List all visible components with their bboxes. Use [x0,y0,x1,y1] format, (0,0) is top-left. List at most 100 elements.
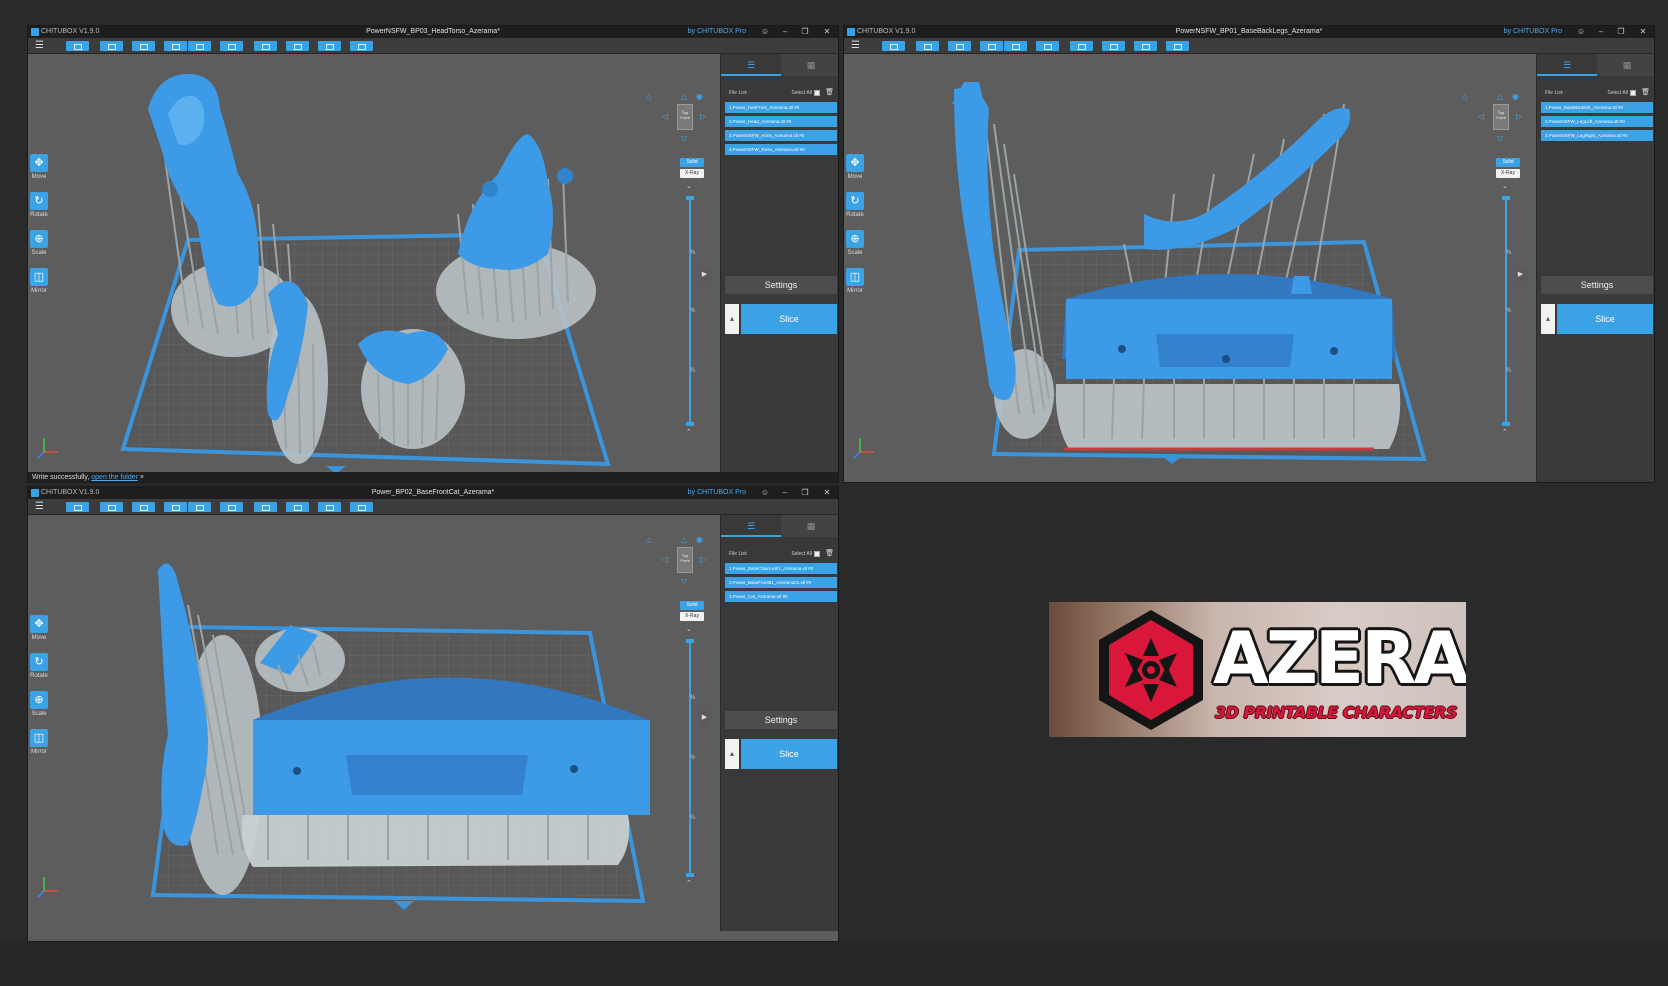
chevron-down-icon[interactable]: ⌄ [686,182,692,190]
layer-top-handle[interactable] [686,639,694,643]
solid-mode-button[interactable]: Solid [1496,158,1520,167]
rotate-left-icon[interactable]: ◁ [662,555,668,564]
layout-button[interactable] [948,41,971,51]
redo-button[interactable] [188,502,211,512]
person-icon[interactable]: ☺ [758,26,772,38]
file-list-item[interactable]: 1.Power_HairFront_Azerama.stl #0 [725,102,837,113]
pro-link[interactable]: by CHITUBOX Pro [688,26,746,38]
open-file-button[interactable] [66,502,89,512]
layer-top-handle[interactable] [1502,196,1510,200]
visibility-icon[interactable]: ◉ [696,535,703,544]
hollow-button[interactable] [286,41,309,51]
select-all-checkbox[interactable] [814,551,820,557]
move-tool[interactable]: ✥ Move [28,615,50,653]
layer-slider[interactable]: ⌄ ¾ ½ ¼ ⌃ [1499,182,1513,436]
move-tool[interactable]: ✥ Move [28,154,50,192]
trash-icon[interactable]: 🗑 [1641,88,1650,98]
3d-viewport[interactable]: ✥ Move ↻ Rotate ⊕ Scale ◫ Mirror ⌂ ◉ △ ◁ ▷ ▽… [844,54,1536,472]
tab-resin[interactable]: ▦ [1597,54,1654,76]
home-view-icon[interactable]: ⌂ [1462,92,1467,102]
minimize-icon[interactable]: – [1594,26,1608,38]
measure-button[interactable] [350,502,373,512]
slice-options-button[interactable]: ▴ [1541,304,1555,334]
file-list-item[interactable]: 1.Power_BaseBackNS_Azerama.stl #0 [1541,102,1653,113]
layer-bottom-handle[interactable] [1502,422,1510,426]
close-icon[interactable]: × [140,474,144,481]
restore-icon[interactable]: ❐ [1614,26,1628,38]
3d-viewport[interactable]: ✥ Move ↻ Rotate ⊕ Scale ◫ Mirror ⌂ ◉ △ ◁ ▷ ▽… [28,54,720,472]
settings-button[interactable]: Settings [725,276,837,294]
layer-top-handle[interactable] [686,196,694,200]
save-button[interactable] [916,41,939,51]
scale-tool[interactable]: ⊕ Scale [844,230,866,268]
layer-slider[interactable]: ⌄ ¾ ½ ¼ ⌃ [683,625,697,887]
layer-bottom-handle[interactable] [686,873,694,877]
minimize-icon[interactable]: – [778,487,792,499]
panel-collapse-button[interactable]: ▶ [1516,268,1525,282]
move-tool[interactable]: ✥ Move [844,154,866,192]
pro-link[interactable]: by CHITUBOX Pro [688,487,746,499]
file-list-item[interactable]: 2.Power_BaseFront01_Azerama01.stl #0 [725,577,837,588]
hollow-button[interactable] [1102,41,1125,51]
file-list-item[interactable]: 2.PowerNSFW_LegLeft_Azerama.stl #0 [1541,116,1653,127]
tab-settings[interactable]: ☰ [1537,54,1597,76]
chevron-up-icon[interactable]: ⌃ [686,428,692,436]
home-view-icon[interactable]: ⌂ [646,535,651,545]
3d-viewport[interactable]: ✥ Move ↻ Rotate ⊕ Scale ◫ Mirror ⌂ ◉ △ ◁ ▷ ▽… [28,515,720,931]
supports-button[interactable] [254,502,277,512]
layout-button[interactable] [132,41,155,51]
slice-options-button[interactable]: ▴ [725,304,739,334]
trash-icon[interactable]: 🗑 [825,88,834,98]
close-icon[interactable]: ✕ [820,487,834,499]
open-folder-link[interactable]: open the folder [91,474,138,481]
view-navigator[interactable]: ⌂ ◉ △ ◁ ▷ ▽ Top Front [646,529,710,587]
settings-toolbar-button[interactable] [220,502,243,512]
drill-button[interactable] [1134,41,1157,51]
restore-icon[interactable]: ❐ [798,487,812,499]
rotate-down-icon[interactable]: ▽ [1497,134,1503,143]
minimize-icon[interactable]: – [778,26,792,38]
tab-resin[interactable]: ▦ [781,54,838,76]
file-list-item[interactable]: 3.PowerNSFW_Arms_Azerama.stl #0 [725,130,837,141]
rotate-tool[interactable]: ↻ Rotate [28,192,50,230]
open-file-button[interactable] [882,41,905,51]
redo-button[interactable] [1004,41,1027,51]
scale-tool[interactable]: ⊕ Scale [28,230,50,268]
rotate-tool[interactable]: ↻ Rotate [28,653,50,691]
drill-button[interactable] [318,41,341,51]
rotate-left-icon[interactable]: ◁ [662,112,668,121]
view-navigator[interactable]: ⌂ ◉ △ ◁ ▷ ▽ Top Front [1462,86,1526,144]
chevron-down-icon[interactable]: ⌄ [686,625,692,633]
layer-slider[interactable]: ⌄ ¾ ½ ¼ ⌃ [683,182,697,436]
select-all-checkbox[interactable] [1630,90,1636,96]
solid-mode-button[interactable]: Solid [680,601,704,610]
view-cube[interactable]: Top Front [1493,104,1509,130]
supports-button[interactable] [254,41,277,51]
view-cube[interactable]: Top Front [677,547,693,573]
mirror-tool[interactable]: ◫ Mirror [844,268,866,306]
chevron-up-icon[interactable]: ⌃ [1502,428,1508,436]
file-list-item[interactable]: 3.PowerNSFW_LegRight_Azerama.stl #0 [1541,130,1653,141]
panel-collapse-button[interactable]: ▶ [700,268,709,282]
save-button[interactable] [100,502,123,512]
pro-link[interactable]: by CHITUBOX Pro [1504,26,1562,38]
supports-button[interactable] [1070,41,1093,51]
tab-resin[interactable]: ▦ [781,515,838,537]
trash-icon[interactable]: 🗑 [825,549,834,559]
hamburger-icon[interactable]: ☰ [851,40,860,52]
file-list-item[interactable]: 2.Power_Head_Azerama.stl #0 [725,116,837,127]
measure-button[interactable] [350,41,373,51]
xray-mode-button[interactable]: X-Ray [1496,169,1520,178]
visibility-icon[interactable]: ◉ [1512,92,1519,101]
hamburger-icon[interactable]: ☰ [35,501,44,513]
measure-button[interactable] [1166,41,1189,51]
save-button[interactable] [100,41,123,51]
file-list-item[interactable]: 1.Power_BaseChain.xml1_Azerama.stl #0 [725,563,837,574]
settings-toolbar-button[interactable] [220,41,243,51]
close-icon[interactable]: ✕ [1636,26,1650,38]
open-file-button[interactable] [66,41,89,51]
close-icon[interactable]: ✕ [820,26,834,38]
mirror-tool[interactable]: ◫ Mirror [28,729,50,767]
chevron-up-icon[interactable]: ⌃ [686,879,692,887]
person-icon[interactable]: ☺ [1574,26,1588,38]
